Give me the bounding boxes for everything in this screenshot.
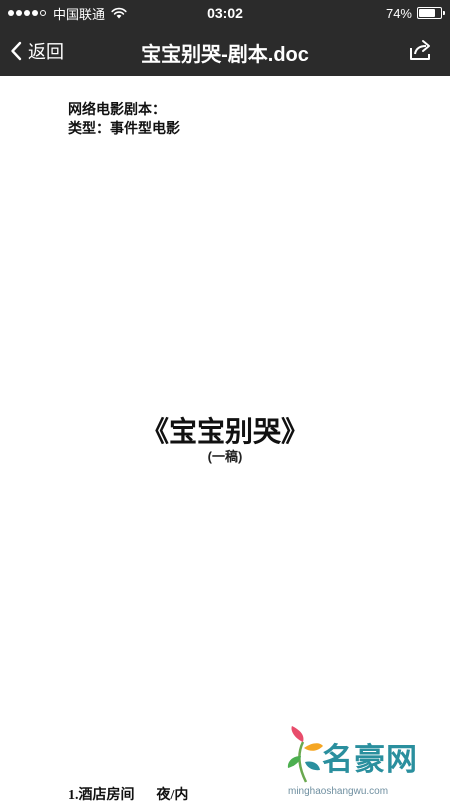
document-meta: 网络电影剧本： 类型：事件型电影 <box>68 100 180 138</box>
watermark: 名豪网 minghaoshangwu.com <box>280 726 450 802</box>
meta-line-genre: 网络电影剧本： <box>68 101 166 117</box>
battery-level <box>419 9 435 17</box>
battery-icon <box>417 7 445 19</box>
battery-percent: 74% <box>385 5 412 21</box>
status-bar: 中国联通 03:02 74% <box>0 0 450 26</box>
watermark-url: minghaoshangwu.com <box>288 786 389 797</box>
battery-tip <box>443 11 445 15</box>
draft-label: (一稿) <box>207 449 243 464</box>
leaf-logo-icon <box>287 726 323 783</box>
scene-location: 1.酒店房间 <box>68 788 135 802</box>
back-label: 返回 <box>28 42 64 62</box>
script-title: 《宝宝别哭》 <box>140 415 309 448</box>
nav-bar: 返回 宝宝别哭-剧本.doc <box>0 26 450 76</box>
meta-line-type: 类型：事件型电影 <box>68 120 180 136</box>
status-time: 03:02 <box>207 5 243 21</box>
back-button[interactable]: 返回 <box>10 38 64 64</box>
scene-heading: 1.酒店房间 夜/内 <box>68 784 188 802</box>
document-title: 宝宝别哭-剧本.doc <box>141 44 309 66</box>
watermark-brand: 名豪网 <box>322 742 418 777</box>
chevron-left-icon <box>11 41 22 61</box>
document-page[interactable]: 网络电影剧本： 类型：事件型电影 《宝宝别哭》 (一稿) 1.酒店房间 夜/内 <box>0 76 450 802</box>
screen: 中国联通 03:02 74% 返回 宝宝别哭-剧本.doc 网络电影剧本： 类型… <box>0 0 450 802</box>
share-icon[interactable] <box>408 38 434 62</box>
status-right: 74% <box>385 5 445 21</box>
scene-time: 夜/内 <box>156 788 189 802</box>
